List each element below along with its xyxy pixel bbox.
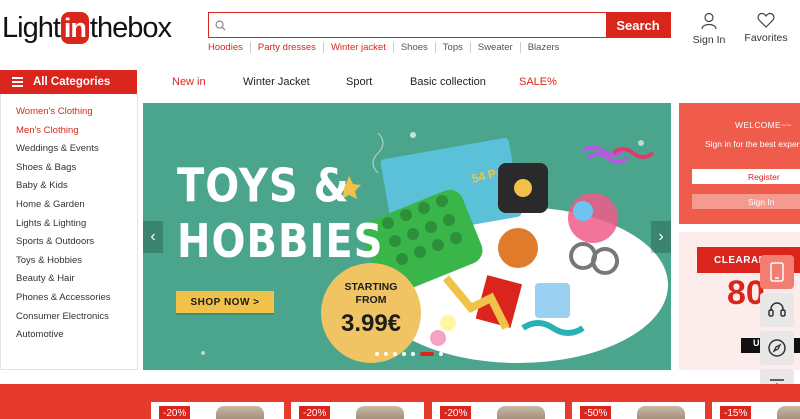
search-bar: Search <box>208 12 671 38</box>
banner-title-line-2: HOBBIES <box>177 215 384 269</box>
slide-dot[interactable] <box>420 352 434 356</box>
phone-icon[interactable] <box>760 255 794 289</box>
sidebar-item[interactable]: Beauty & Hair <box>1 270 137 289</box>
chevron-left-icon[interactable]: ‹ <box>143 221 163 253</box>
logo-text-pre: Light <box>2 11 61 44</box>
discount-badge: -20% <box>159 406 191 419</box>
sidebar-item[interactable]: Phones & Accessories <box>1 289 137 308</box>
hot-search-link[interactable]: Party dresses <box>249 42 323 53</box>
hot-search-link[interactable]: Winter jacket <box>322 42 393 53</box>
chevron-right-icon[interactable]: › <box>651 221 671 253</box>
nav-link-new-in[interactable]: New in <box>172 76 206 88</box>
slide-indicators <box>375 352 443 356</box>
hot-search-links: Hoodies Party dresses Winter jacket Shoes To… <box>208 42 566 53</box>
deal-card[interactable]: -20% <box>151 402 284 419</box>
price-badge: STARTING FROM 3.99€ <box>321 263 421 363</box>
hot-search-link[interactable]: Shoes <box>392 42 435 53</box>
deals-strip: -20% -20% -20% -50% -15% <box>0 384 800 419</box>
sidebar-item[interactable]: Shoes & Bags <box>1 159 137 178</box>
sidebar-item[interactable]: Baby & Kids <box>1 177 137 196</box>
favorites-link[interactable]: Favorites <box>736 12 796 44</box>
slide-dot[interactable] <box>375 352 379 356</box>
heart-icon <box>757 12 775 28</box>
hot-search-link[interactable]: Tops <box>434 42 470 53</box>
sidebar-item[interactable]: Automotive <box>1 326 137 345</box>
deal-card[interactable]: -20% <box>291 402 424 419</box>
slide-dot[interactable] <box>439 352 443 356</box>
deal-image <box>777 406 800 419</box>
logo-text-in: in <box>60 12 89 44</box>
shop-now-button[interactable]: SHOP NOW > <box>176 291 274 313</box>
sidebar-item[interactable]: Weddings & Events <box>1 140 137 159</box>
discount-badge: -15% <box>720 406 752 419</box>
hot-search-link[interactable]: Hoodies <box>208 42 250 53</box>
deal-card[interactable]: -15% <box>712 402 800 419</box>
nav-link-basic-collection[interactable]: Basic collection <box>410 76 486 88</box>
slide-dot[interactable] <box>384 352 388 356</box>
headset-icon[interactable] <box>760 293 794 327</box>
welcome-title: WELCOME~~ <box>735 120 792 130</box>
search-icon <box>209 13 231 37</box>
price-label-1: STARTING <box>344 281 398 293</box>
sidebar-item[interactable]: Toys & Hobbies <box>1 252 137 271</box>
nav-link-sale[interactable]: SALE% <box>519 76 557 88</box>
page: Light in thebox Search Hoodies Party dresse… <box>0 0 800 419</box>
hero-banner[interactable]: 54 Pack TOYS & HOBBIES SHOP NOW > STARTI… <box>143 103 671 370</box>
main-nav: All Categories New in Winter Jacket Spor… <box>0 70 800 94</box>
welcome-sign-in-button[interactable]: Sign In <box>692 194 800 209</box>
slide-dot[interactable] <box>402 352 406 356</box>
user-icon <box>701 12 717 30</box>
slide-dot[interactable] <box>393 352 397 356</box>
deal-card[interactable]: -50% <box>572 402 705 419</box>
hot-search-link[interactable]: Blazers <box>519 42 567 53</box>
deal-image <box>216 406 264 419</box>
all-categories-button[interactable]: All Categories <box>0 70 137 94</box>
deal-card[interactable]: -20% <box>432 402 565 419</box>
discount-badge: -50% <box>580 406 612 419</box>
sidebar-item[interactable]: Consumer Electronics <box>1 308 137 327</box>
logo[interactable]: Light in thebox <box>2 10 172 46</box>
hot-search-link[interactable]: Sweater <box>469 42 520 53</box>
banner-title-line-1: TOYS & <box>177 160 350 214</box>
logo-text-post: thebox <box>89 11 172 44</box>
nav-link-sport[interactable]: Sport <box>346 76 372 88</box>
price-value: 3.99€ <box>340 310 402 337</box>
sign-in-label: Sign In <box>692 34 726 46</box>
search-input[interactable] <box>231 13 606 37</box>
sidebar-item[interactable]: Lights & Lighting <box>1 215 137 234</box>
menu-icon <box>12 75 23 89</box>
register-button[interactable]: Register <box>692 169 800 184</box>
sign-in-link[interactable]: Sign In <box>679 12 739 46</box>
search-button[interactable]: Search <box>606 13 670 37</box>
deal-image <box>356 406 404 419</box>
price-label-2: FROM <box>355 294 387 306</box>
nav-link-winter-jacket[interactable]: Winter Jacket <box>243 76 310 88</box>
deal-image <box>497 406 545 419</box>
banner-title: TOYS & HOBBIES <box>177 159 383 269</box>
favorites-label: Favorites <box>744 32 788 44</box>
compass-icon[interactable] <box>760 331 794 365</box>
slide-dot[interactable] <box>411 352 415 356</box>
sidebar-item[interactable]: Sports & Outdoors <box>1 233 137 252</box>
discount-badge: -20% <box>299 406 331 419</box>
sidebar-item[interactable]: Men's Clothing <box>1 122 137 141</box>
deal-image <box>637 406 685 419</box>
discount-badge: -20% <box>440 406 472 419</box>
sidebar-item[interactable]: Women's Clothing <box>1 103 137 122</box>
welcome-subtitle: Sign in for the best experience <box>705 139 800 149</box>
sidebar-item[interactable]: Home & Garden <box>1 196 137 215</box>
all-categories-label: All Categories <box>33 76 111 88</box>
welcome-panel: WELCOME~~ Sign in for the best experienc… <box>679 103 800 224</box>
category-sidebar: Women's Clothing Men's Clothing Weddings &… <box>0 94 138 370</box>
